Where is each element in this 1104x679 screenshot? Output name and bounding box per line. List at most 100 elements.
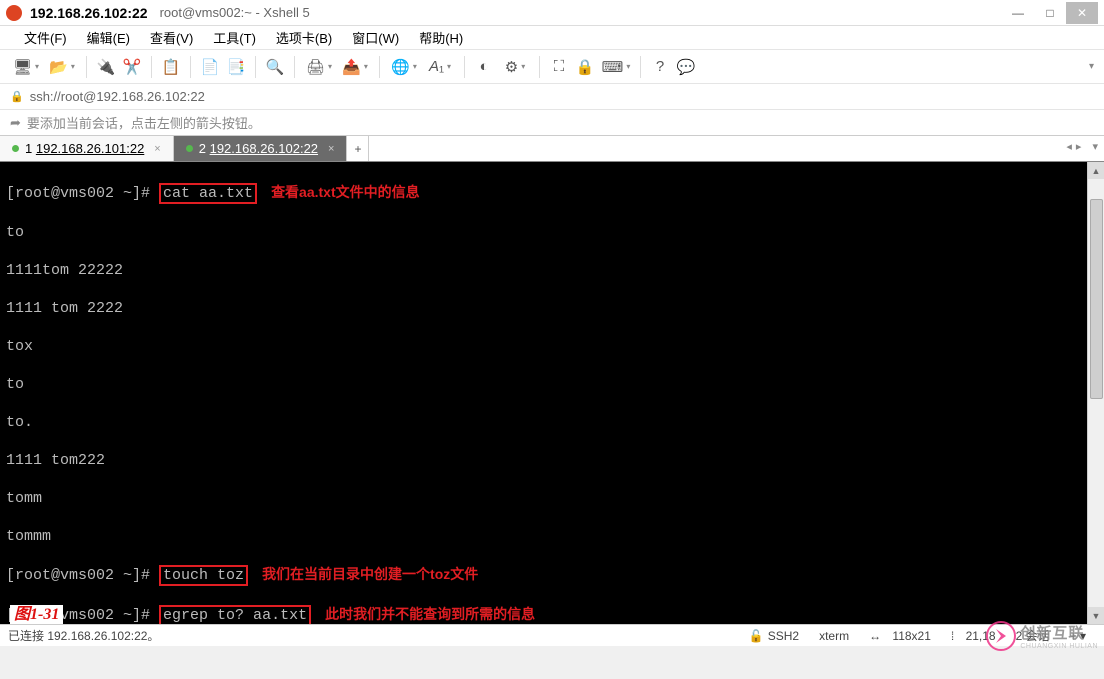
tab-bar: 1 192.168.26.101:22 × 2 192.168.26.102:2… — [0, 136, 1104, 162]
open-button[interactable]: 📂 — [46, 56, 78, 78]
menu-file[interactable]: 文件(F) — [14, 28, 77, 47]
transfer-button[interactable]: 📤 — [339, 56, 371, 78]
tab-label: 192.168.26.102:22 — [210, 141, 318, 156]
window-title-main: 192.168.26.102:22 — [30, 5, 148, 21]
scroll-thumb[interactable] — [1090, 199, 1103, 399]
menu-help[interactable]: 帮助(H) — [409, 28, 473, 47]
status-bar: 已连接 192.168.26.102:22。 🔓 SSH2 xterm ↔ 118… — [0, 624, 1104, 646]
copy-button[interactable]: 📄 — [199, 56, 221, 78]
watermark-sub: CHUANGXIN HULIAN — [1020, 643, 1098, 650]
term-line: to. — [6, 413, 1081, 432]
address-bar[interactable]: 🔒 ssh://root@192.168.26.102:22 — [0, 84, 1104, 110]
toolbar-separator — [86, 56, 87, 78]
terminal-wrap: [root@vms002 ~]# cat aa.txt 查看aa.txt文件中的信… — [0, 162, 1104, 624]
paste-button[interactable]: 📑 — [225, 56, 247, 78]
prompt: [root@vms002 ~]# — [6, 185, 150, 202]
figure-label: 图1-31 — [10, 605, 63, 624]
term-line: tommm — [6, 527, 1081, 546]
toolbar-separator — [464, 56, 465, 78]
watermark-text: 创新互联 — [1020, 625, 1084, 642]
minimize-button[interactable]: — — [1002, 2, 1034, 24]
menu-tab[interactable]: 选项卡(B) — [266, 28, 342, 47]
tab-prev-icon[interactable]: ◂ — [1066, 140, 1072, 153]
term-line: tox — [6, 337, 1081, 356]
title-bar: 192.168.26.102:22 root@vms002:~ - Xshell… — [0, 0, 1104, 26]
properties-button[interactable]: 📋 — [160, 56, 182, 78]
status-term: xterm — [809, 629, 859, 643]
close-button[interactable]: ✕ — [1066, 2, 1098, 24]
toolbar-overflow[interactable]: ▾ — [1089, 61, 1094, 72]
feedback-button[interactable]: 💬 — [675, 56, 697, 78]
cmd-hl: egrep to? aa.txt — [159, 605, 311, 624]
toolbar-separator — [539, 56, 540, 78]
menu-edit[interactable]: 编辑(E) — [77, 28, 140, 47]
cmd-hl: touch toz — [159, 565, 248, 586]
menu-tools[interactable]: 工具(T) — [203, 28, 266, 47]
term-line: to — [6, 375, 1081, 394]
terminal[interactable]: [root@vms002 ~]# cat aa.txt 查看aa.txt文件中的信… — [0, 162, 1087, 624]
term-line: to — [6, 223, 1081, 242]
status-dot-icon — [12, 145, 19, 152]
menu-window[interactable]: 窗口(W) — [342, 28, 409, 47]
annotation: 此时我们并不能查询到所需的信息 — [325, 606, 535, 622]
keyboard-button[interactable]: ⌨ — [600, 56, 632, 78]
status-size: 118x21 — [892, 629, 930, 643]
prompt: [root@vms002 ~]# — [6, 567, 150, 584]
reconnect-button[interactable]: 🔌 — [95, 56, 117, 78]
app-icon — [6, 5, 22, 21]
menu-view[interactable]: 查看(V) — [140, 28, 203, 47]
tab-num: 1 — [25, 141, 32, 156]
scrollbar[interactable]: ▲ ▼ — [1087, 162, 1104, 624]
print-button[interactable]: 🖨 — [303, 56, 335, 78]
tab-list-icon[interactable]: ▾ — [1092, 140, 1098, 153]
watermark-icon — [986, 621, 1016, 651]
tab-nav: ◂ ▸ ▾ — [1066, 140, 1098, 153]
term-line: 1111 tom 2222 — [6, 299, 1081, 318]
toolbar-separator — [640, 56, 641, 78]
maximize-button[interactable]: □ — [1034, 2, 1066, 24]
font-button[interactable]: A₁ — [424, 56, 456, 78]
tab-2[interactable]: 2 192.168.26.102:22 × — [174, 136, 348, 161]
toolbar-separator — [151, 56, 152, 78]
window-title-sub: root@vms002:~ - Xshell 5 — [160, 5, 310, 20]
status-dot-icon — [186, 145, 193, 152]
cmd-hl: cat aa.txt — [159, 183, 257, 204]
new-session-button[interactable]: 🖥 — [10, 56, 42, 78]
add-tab-button[interactable]: + — [347, 136, 369, 161]
add-session-arrow-icon[interactable]: ➦ — [10, 115, 21, 131]
tab-label: 192.168.26.101:22 — [36, 141, 144, 156]
cursor-icon: ⁞ — [951, 629, 954, 643]
menu-bar: 文件(F) 编辑(E) 查看(V) 工具(T) 选项卡(B) 窗口(W) 帮助(… — [0, 26, 1104, 50]
toolbar-separator — [255, 56, 256, 78]
toolbar-separator — [190, 56, 191, 78]
lock-icon: 🔒 — [10, 90, 24, 103]
hint-bar: ➦ 要添加当前会话，点击左侧的箭头按钮。 — [0, 110, 1104, 136]
tab-close-icon[interactable]: × — [154, 143, 160, 155]
scroll-up-icon[interactable]: ▲ — [1088, 162, 1104, 179]
tab-1[interactable]: 1 192.168.26.101:22 × — [0, 136, 174, 161]
term-line: 1111 tom222 — [6, 451, 1081, 470]
term-line: 1111tom 22222 — [6, 261, 1081, 280]
annotation: 查看aa.txt文件中的信息 — [271, 184, 420, 200]
toolbar: 🖥 📂 🔌 ✂️ 📋 📄 📑 🔍 🖨 📤 🌐 A₁ ◐ ⚙ ⛶ 🔒 ⌨ ? 💬 … — [0, 50, 1104, 84]
fullscreen-button[interactable]: ⛶ — [548, 56, 570, 78]
toolbar-separator — [294, 56, 295, 78]
lock-icon: 🔓 — [749, 629, 764, 643]
status-proto: SSH2 — [768, 629, 799, 643]
lock-button[interactable]: 🔒 — [574, 56, 596, 78]
color-button[interactable]: ◐ — [473, 56, 495, 78]
address-text: ssh://root@192.168.26.102:22 — [30, 89, 205, 104]
hint-text: 要添加当前会话，点击左侧的箭头按钮。 — [27, 113, 261, 132]
tab-close-icon[interactable]: × — [328, 143, 334, 155]
help-button[interactable]: ? — [649, 56, 671, 78]
annotation: 我们在当前目录中创建一个toz文件 — [262, 566, 478, 582]
encoding-button[interactable]: 🌐 — [388, 56, 420, 78]
find-button[interactable]: 🔍 — [264, 56, 286, 78]
tab-next-icon[interactable]: ▸ — [1076, 140, 1082, 153]
script-button[interactable]: ⚙ — [499, 56, 531, 78]
size-icon: ↔ — [869, 629, 881, 643]
status-connection: 已连接 192.168.26.102:22。 — [8, 627, 159, 644]
disconnect-button[interactable]: ✂️ — [121, 56, 143, 78]
term-line: tomm — [6, 489, 1081, 508]
toolbar-separator — [379, 56, 380, 78]
